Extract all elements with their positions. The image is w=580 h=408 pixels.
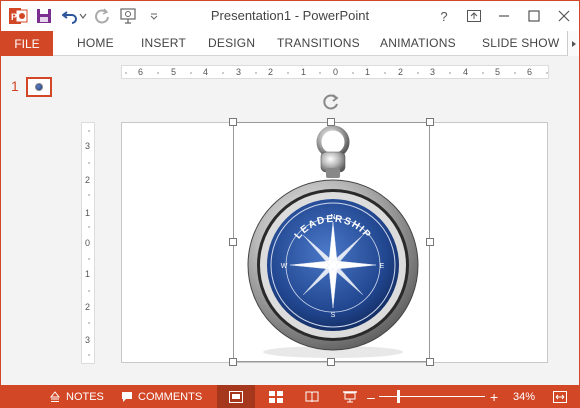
resize-handle[interactable] — [229, 238, 237, 246]
vertical-ruler: 3 2 1 0 1 2 3 — [81, 122, 95, 364]
minimize-icon[interactable] — [489, 1, 519, 31]
notes-label: NOTES — [66, 390, 104, 403]
resize-handle[interactable] — [327, 118, 335, 126]
title-bar: P Presentation1 - PowerPoint ? — [1, 1, 579, 31]
slide-sorter-button[interactable] — [263, 385, 289, 408]
ruler-ticks — [88, 130, 90, 356]
resize-handle[interactable] — [426, 118, 434, 126]
reading-view-button[interactable] — [299, 385, 325, 408]
zoom-slider-thumb[interactable] — [397, 390, 400, 403]
slide-sorter-icon — [269, 390, 283, 403]
resize-handle[interactable] — [229, 118, 237, 126]
resize-handle[interactable] — [426, 238, 434, 246]
tab-design[interactable]: DESIGN — [208, 36, 255, 50]
resize-handle[interactable] — [229, 358, 237, 366]
zoom-in-button[interactable]: + — [490, 385, 498, 408]
fit-slide-icon — [553, 390, 567, 403]
zoom-level[interactable]: 34% — [513, 385, 535, 408]
ruler-ticks — [125, 72, 548, 74]
tab-slide-show[interactable]: SLIDE SHOW — [482, 36, 559, 50]
slide-thumbnail[interactable] — [26, 77, 52, 97]
slide-show-icon — [343, 390, 357, 402]
close-icon[interactable] — [549, 1, 579, 31]
help-button[interactable]: ? — [429, 1, 459, 31]
tab-animations[interactable]: ANIMATIONS — [380, 36, 456, 50]
tab-file[interactable]: FILE — [1, 31, 53, 56]
window-controls: ? — [429, 1, 579, 31]
notes-icon — [49, 390, 61, 402]
tab-transitions[interactable]: TRANSITIONS — [277, 36, 360, 50]
ribbon-scroll-right-icon[interactable] — [567, 31, 579, 56]
zoom-slider-track[interactable] — [379, 396, 485, 397]
fit-slide-button[interactable] — [553, 385, 567, 408]
normal-view-button[interactable] — [217, 385, 255, 408]
resize-handle[interactable] — [327, 358, 335, 366]
reading-view-icon — [305, 391, 319, 402]
notes-button[interactable]: NOTES — [49, 385, 104, 408]
resize-handle[interactable] — [426, 358, 434, 366]
selection-frame — [233, 122, 430, 362]
ribbon-display-options-icon[interactable] — [459, 1, 489, 31]
tab-home[interactable]: HOME — [77, 36, 114, 50]
maximize-icon[interactable] — [519, 1, 549, 31]
comments-icon — [122, 391, 132, 402]
zoom-out-button[interactable]: – — [367, 385, 375, 408]
slide-number: 1 — [11, 78, 19, 94]
slide-show-button[interactable] — [337, 385, 363, 408]
tab-insert[interactable]: INSERT — [141, 36, 186, 50]
horizontal-ruler: 6 5 4 3 2 1 0 1 2 3 4 5 6 — [121, 65, 549, 79]
normal-view-icon — [229, 390, 243, 403]
comments-button[interactable]: COMMENTS — [121, 385, 202, 408]
rotate-handle-icon[interactable] — [321, 92, 341, 112]
powerpoint-window: P Presentation1 - PowerPoint ? FILE HOME… — [0, 0, 580, 408]
comments-label: COMMENTS — [138, 390, 203, 403]
status-bar: NOTES COMMENTS – + 34% — [1, 385, 579, 408]
ribbon-tab-bar: FILE HOME INSERT DESIGN TRANSITIONS ANIM… — [1, 31, 579, 56]
thumbnail-compass-icon — [35, 83, 43, 91]
